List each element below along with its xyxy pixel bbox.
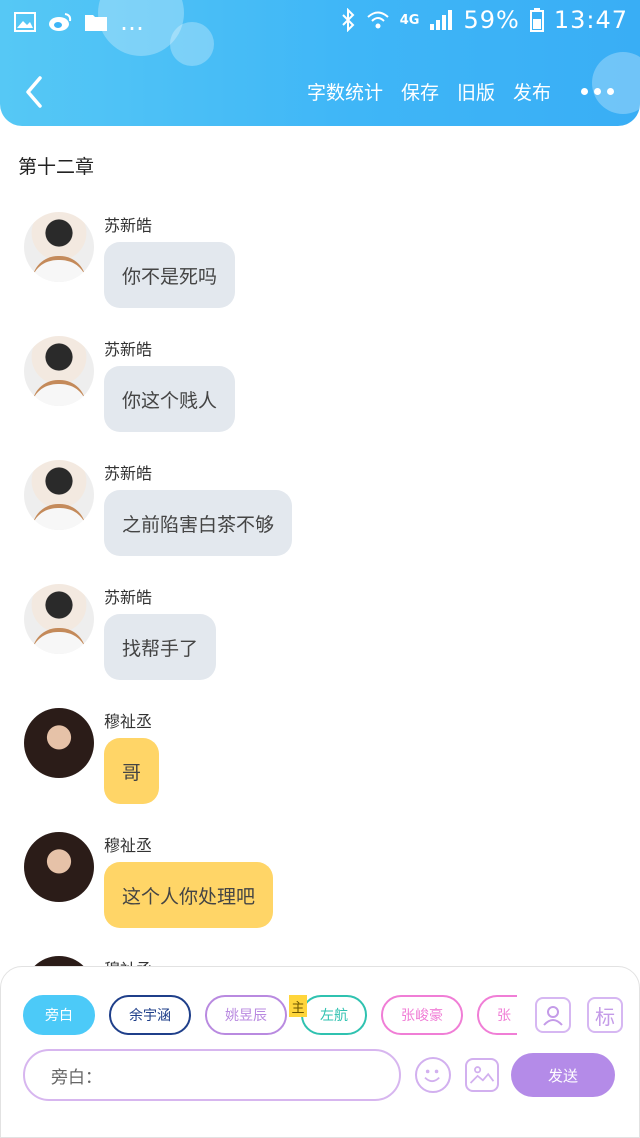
send-button[interactable]: 发送 — [511, 1053, 615, 1097]
label-tool-button[interactable]: 标 — [587, 997, 623, 1033]
signal-icon — [430, 10, 453, 30]
more-dots-icon[interactable] — [569, 88, 614, 95]
sender-name: 穆祉丞 — [104, 712, 153, 731]
image-icon — [14, 12, 36, 32]
smile-icon[interactable] — [415, 1057, 451, 1093]
role-chip[interactable]: 左航 — [301, 995, 367, 1035]
status-bar: … 4G 59% 13:47 — [0, 0, 640, 44]
role-chip-narrator[interactable]: 旁白 — [23, 995, 95, 1035]
wifi-icon — [367, 11, 389, 29]
save-button[interactable]: 保存 — [401, 78, 439, 105]
sender-name: 苏新皓 — [104, 340, 153, 359]
avatar[interactable] — [24, 460, 94, 530]
battery-percent: 59% — [463, 6, 520, 34]
role-selector: 旁白 余宇涵 姚昱辰 左航 张峻豪 张 — [23, 993, 517, 1037]
battery-icon — [529, 8, 544, 32]
message-bubble[interactable]: 你这个贱人 — [104, 366, 236, 432]
avatar[interactable] — [24, 212, 94, 282]
sender-name: 穆祉丞 — [104, 836, 153, 855]
sender-name: 苏新皓 — [104, 216, 153, 235]
network-type: 4G — [399, 12, 420, 28]
role-chip[interactable]: 余宇涵 — [109, 995, 191, 1035]
message-input[interactable]: 旁白： — [23, 1049, 401, 1101]
message-bubble[interactable]: 这个人你处理吧 — [104, 862, 274, 928]
old-version-button[interactable]: 旧版 — [457, 78, 495, 105]
word-count-button[interactable]: 字数统计 — [307, 78, 383, 105]
avatar[interactable] — [24, 336, 94, 406]
nav-bar: 字数统计 保存 旧版 发布 — [0, 66, 640, 118]
avatar[interactable] — [24, 584, 94, 654]
clock: 13:47 — [553, 6, 628, 34]
bluetooth-icon — [342, 8, 355, 32]
message-bubble[interactable]: 哥 — [104, 738, 160, 804]
sender-name: 苏新皓 — [104, 588, 153, 607]
role-chip[interactable]: 张峻豪 — [381, 995, 463, 1035]
message-bubble[interactable]: 你不是死吗 — [104, 242, 236, 308]
ellipsis-icon: … — [120, 8, 145, 36]
main-role-tag: 主 — [289, 995, 307, 1017]
avatar[interactable] — [24, 832, 94, 902]
weibo-icon — [49, 13, 72, 31]
folder-icon — [85, 15, 107, 31]
chapter-title: 第十二章 — [18, 156, 95, 178]
person-icon[interactable] — [535, 997, 571, 1033]
message-bubble[interactable]: 之前陷害白茶不够 — [104, 490, 293, 556]
role-chip[interactable]: 姚昱辰 — [205, 995, 287, 1035]
message-bubble[interactable]: 找帮手了 — [104, 614, 217, 680]
header-bar: … 4G 59% 13:47 字数统计 保存 旧版 发布 — [0, 0, 640, 126]
chevron-left-icon[interactable] — [20, 74, 50, 110]
image-icon[interactable] — [465, 1058, 499, 1092]
sender-name: 苏新皓 — [104, 464, 153, 483]
composer-panel: 旁白 余宇涵 姚昱辰 左航 张峻豪 张 主 标 旁白： 发送 — [0, 966, 640, 1138]
role-chip[interactable]: 张 — [477, 995, 517, 1035]
avatar[interactable] — [24, 708, 94, 778]
publish-button[interactable]: 发布 — [513, 78, 551, 105]
